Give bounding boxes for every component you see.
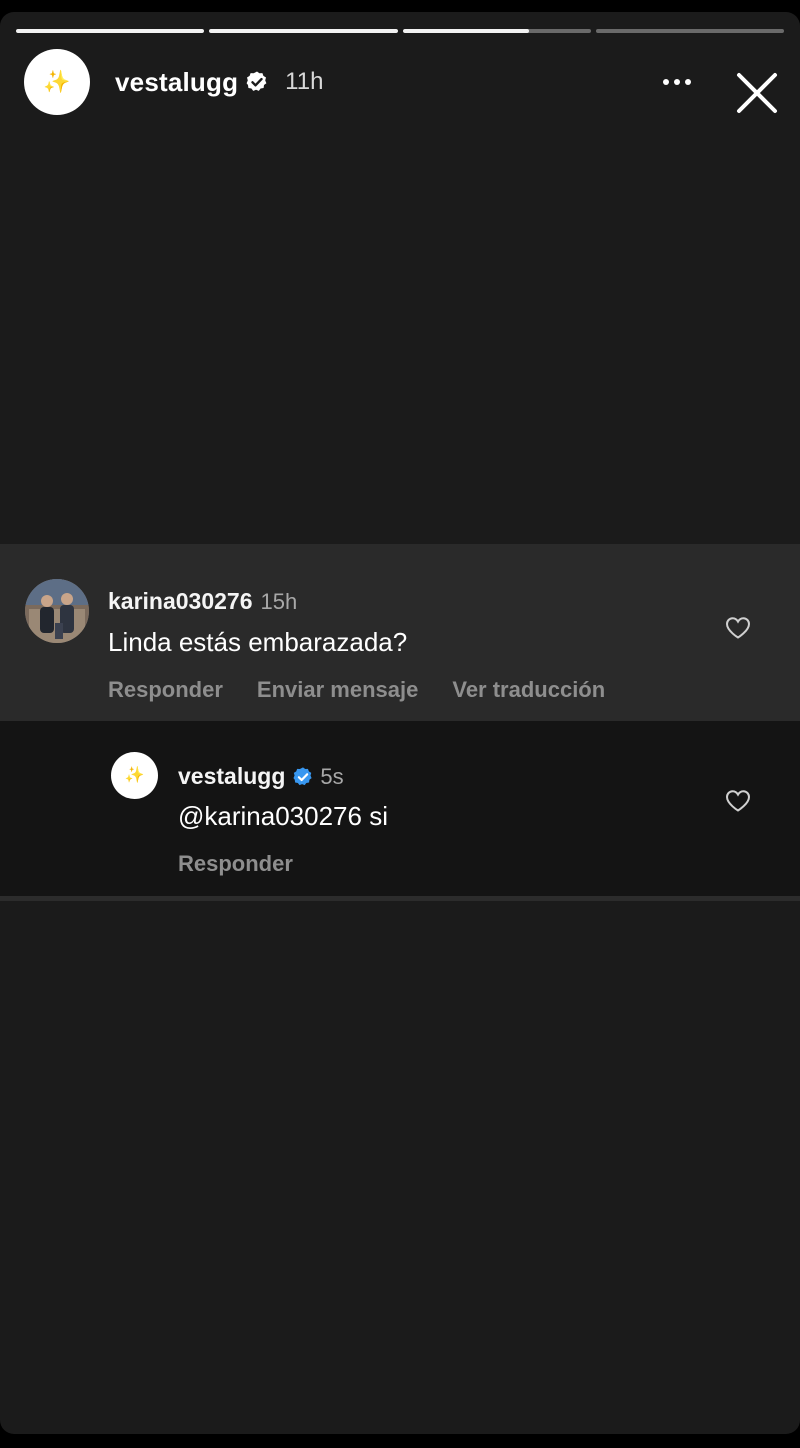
progress-fill — [209, 29, 398, 33]
more-dot — [685, 79, 691, 85]
reply-header: vestalugg 5s — [178, 763, 344, 790]
like-heart-icon[interactable] — [725, 616, 751, 640]
story-timestamp: 11h — [285, 68, 324, 95]
verified-badge-icon — [293, 766, 312, 785]
progress-segment — [595, 29, 784, 33]
reply-button[interactable]: Responder — [108, 677, 223, 703]
progress-segment — [402, 29, 591, 33]
avatar-photo — [25, 579, 89, 643]
progress-segment — [209, 29, 398, 33]
avatar[interactable]: ✨ — [24, 49, 90, 115]
comment-username[interactable]: karina030276 — [108, 588, 253, 615]
like-heart-icon[interactable] — [725, 789, 751, 813]
story-header: ✨ vestalugg 11h — [24, 49, 784, 115]
commenter-avatar[interactable] — [25, 579, 89, 643]
more-dot — [674, 79, 680, 85]
reply-text: @karina030276 si — [178, 801, 388, 831]
reply-avatar[interactable]: ✨ — [111, 752, 158, 799]
reply-timestamp: 5s — [320, 764, 344, 789]
divider — [0, 896, 800, 901]
verified-badge-icon — [246, 71, 267, 91]
reply-button[interactable]: Responder — [178, 851, 293, 877]
see-translation-button[interactable]: Ver traducción — [452, 677, 605, 703]
screen: ✨ vestalugg 11h karina030276 15h Linda e… — [0, 0, 800, 1448]
comment-item: karina030276 15h Linda estás embarazada?… — [0, 544, 800, 721]
comment-text: Linda estás embarazada? — [108, 627, 408, 657]
reply-actions: Responder — [178, 851, 293, 877]
more-dot — [663, 79, 669, 85]
sparkle-icon: ✨ — [124, 766, 145, 784]
story-progress-bar — [16, 29, 784, 33]
progress-fill — [16, 29, 205, 33]
close-icon[interactable] — [735, 71, 779, 115]
reply-username[interactable]: vestalugg — [178, 763, 285, 790]
comment-timestamp: 15h — [260, 589, 298, 614]
comment-header: karina030276 15h — [108, 588, 297, 615]
progress-segment — [16, 29, 205, 33]
sparkle-icon: ✨ — [43, 69, 71, 94]
story-username[interactable]: vestalugg — [115, 67, 238, 98]
send-message-button[interactable]: Enviar mensaje — [257, 677, 418, 703]
more-options-button[interactable] — [654, 71, 700, 93]
progress-fill — [402, 29, 529, 33]
story-viewer[interactable]: ✨ vestalugg 11h karina030276 15h Linda e… — [0, 12, 800, 1434]
reply-item: ✨ vestalugg 5s @karina030276 si Responde… — [0, 721, 800, 896]
comment-actions: Responder Enviar mensaje Ver traducción — [108, 677, 605, 703]
